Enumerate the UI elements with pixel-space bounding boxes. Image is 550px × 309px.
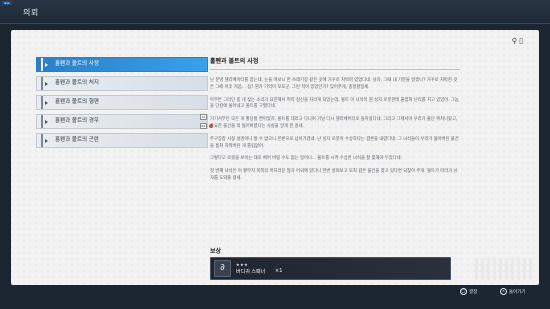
back-hint[interactable]: ✕ 돌아가기 [500,288,526,295]
quest-item-label: 홀펜과 볼트의 사정 [55,61,99,67]
back-label: 돌아가기 [509,290,526,295]
reward-card[interactable]: ∂ ★★★ 버디귀 스패너 ×1 [210,257,451,280]
quest-item-label: 홀펜과 볼트의 곤란 [55,137,99,143]
wrench-icon: ∂ [214,260,231,277]
quest-list: 홀펜과 볼트의 사정 홀펜과 볼트의 처지 홀펜과 볼트의 형편 홀펜과 볼트의… [36,57,208,152]
triangle-icon [45,139,48,143]
item-marker [41,77,43,90]
quest-paragraph: 그렇다고 로봇을 보이는 대로 베어 버릴 수도 없는 일이니... 볼트를 시… [210,156,402,162]
quest-paragraph: 난 분명 델리베이터를 잡는데, 눈을 떠보니 한 쓰레기장 같은 곳에 거꾸로… [210,78,458,90]
quest-item-5[interactable]: 홀펜과 볼트의 곤란 [36,133,208,148]
confirm-hint[interactable]: ◯ 결정 [460,288,477,295]
quest-paragraph: 첫 번째 녀석은 이 황무지 북쪽의 머지러운 협곡 어귀에 있다니 한번 살펴… [210,169,458,181]
scroll-keys: L2 R2 [200,114,213,132]
scroll-down-key[interactable]: R2 [200,123,207,129]
quest-item-2[interactable]: 홀펜과 볼트의 처지 [36,76,208,91]
background-pattern [475,258,535,280]
scroll-up-key[interactable]: L2 [200,114,207,120]
quest-item-3[interactable]: 홀펜과 볼트의 형편 [36,95,208,110]
item-marker [41,96,43,109]
header-icons[interactable]: ⚲ ▯ [512,37,523,45]
triangle-icon [45,82,48,86]
item-marker [41,134,43,147]
quest-paragraph: 주구장창 사정 설명이나 할 수 없으니 본론으로 넘어가겠네. 난 싱자 로봇… [210,136,459,149]
corner-tag: ▬▬ [2,1,12,5]
triangle-icon [45,101,48,105]
triangle-icon [45,63,48,67]
triangle-icon [45,120,48,124]
reward-count: ×1 [275,268,283,274]
item-marker [41,58,43,71]
circle-button-icon: ◯ [460,288,467,295]
quest-item-4[interactable]: 홀펜과 볼트의 경우 [36,114,208,129]
quest-title: 홀펜과 볼트의 사정 [210,56,460,70]
item-marker [41,115,43,128]
cross-button-icon: ✕ [500,288,507,295]
quest-item-1[interactable]: 홀펜과 볼트의 사정 [36,57,208,72]
confirm-label: 결정 [469,290,478,295]
quest-item-label: 홀펜과 볼트의 경우 [55,118,99,124]
quest-detail: 홀펜과 볼트의 사정 난 분명 델리베이터를 잡는데, 눈을 떠보니 한 쓰레기… [210,56,460,189]
reward-stars: ★★★ [236,262,249,267]
page-title: 의뢰 [23,8,39,17]
reward-name: 버디귀 스패너 [236,269,266,275]
top-bar: ▬▬ 의뢰 [0,0,550,24]
quest-item-label: 홀펜과 볼트의 형편 [55,99,99,105]
quest-item-label: 홀펜과 볼트의 처지 [55,80,99,86]
quest-paragraph: 거기서부턴 모든 게 황당할 뿐이었지. 볼트를 데리고 다니며 거닐 다시 델… [210,117,458,129]
quest-paragraph: 아무튼 그러던 중 개 짖는 소리가 요란해서 퍼뜩 정신을 차리게 되었는데,… [210,97,459,110]
